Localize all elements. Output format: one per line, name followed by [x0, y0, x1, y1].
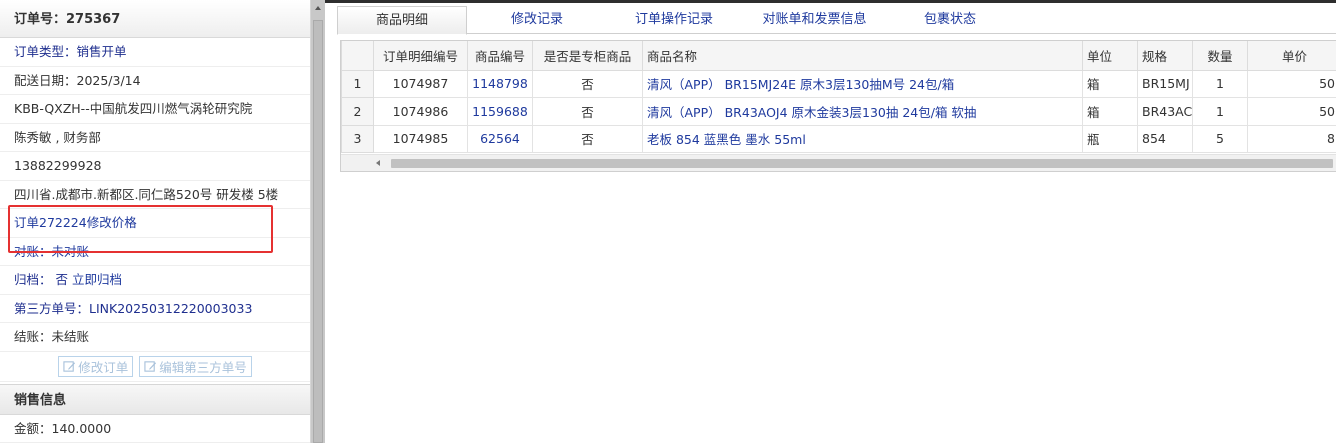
vertical-scrollbar[interactable]: [311, 0, 325, 443]
detail-panel: 商品明细 修改记录 订单操作记录 对账单和发票信息 包裹状态 订单明细编号 商品…: [325, 0, 1336, 443]
quantity-cell: 5: [1192, 124, 1248, 153]
horizontal-scrollbar[interactable]: [341, 154, 1336, 171]
table-row[interactable]: 3 1074985 62564 否 老板 854 蓝黑色 墨水 55ml 瓶 8…: [341, 124, 1336, 153]
counter-product-cell: 否: [532, 124, 643, 153]
unit-cell: 箱: [1082, 69, 1138, 98]
tab-modification-log[interactable]: 修改记录: [487, 6, 587, 34]
column-header-unit-price[interactable]: 单价: [1247, 41, 1336, 71]
order-number-header: 订单号：275367: [0, 0, 310, 38]
contact-person: 陈秀敏 , 财务部: [0, 124, 310, 152]
unit-price-cell: 8: [1247, 124, 1336, 153]
spec-cell: 854: [1137, 124, 1193, 153]
tab-bar: 商品明细 修改记录 订单操作记录 对账单和发票信息 包裹状态: [337, 6, 1336, 35]
spec-cell: BR15MJ: [1137, 69, 1193, 98]
spec-cell: BR43AC: [1137, 97, 1193, 126]
archive-label: 归档：: [14, 272, 52, 287]
tab-statement-invoice[interactable]: 对账单和发票信息: [747, 6, 882, 34]
column-header-rownum[interactable]: [341, 41, 374, 71]
top-bar: [325, 0, 1336, 3]
counter-product-cell: 否: [532, 97, 643, 126]
customer-name: KBB-QXZH--中国航发四川燃气涡轮研究院: [0, 95, 310, 124]
edit-third-party-button[interactable]: 编辑第三方单号: [139, 355, 252, 377]
edit-third-party-label: 编辑第三方单号: [159, 359, 247, 375]
quantity-cell: 1: [1192, 69, 1248, 98]
detail-id-cell: 1074987: [373, 69, 468, 98]
column-header-unit[interactable]: 单位: [1082, 41, 1138, 71]
detail-id-cell: 1074986: [373, 97, 468, 126]
edit-order-label: 修改订单: [78, 359, 129, 375]
table-header-row: 订单明细编号 商品编号 是否是专柜商品 商品名称 单位 规格 数量 单价: [341, 41, 1336, 71]
product-table: 订单明细编号 商品编号 是否是专柜商品 商品名称 单位 规格 数量 单价 1 1…: [341, 41, 1336, 153]
delivery-date: 配送日期：2025/3/14: [0, 67, 310, 95]
row-number: 3: [341, 124, 374, 153]
detail-id-cell: 1074985: [373, 124, 468, 153]
product-name-link[interactable]: 清风（APP） BR43AOJ4 原木金装3层130抽 24包/箱 软抽: [642, 97, 1083, 126]
row-number: 1: [341, 69, 374, 98]
edit-order-button[interactable]: 修改订单: [58, 355, 134, 377]
edit-icon: [63, 360, 76, 372]
scrollbar-thumb[interactable]: [313, 20, 323, 443]
column-header-counter-product[interactable]: 是否是专柜商品: [532, 41, 643, 71]
product-grid: 订单明细编号 商品编号 是否是专柜商品 商品名称 单位 规格 数量 单价 1 1…: [340, 40, 1336, 172]
table-row[interactable]: 2 1074986 1159688 否 清风（APP） BR43AOJ4 原木金…: [341, 97, 1336, 126]
product-name-link[interactable]: 清风（APP） BR15MJ24E 原木3层130抽M号 24包/箱: [642, 69, 1083, 98]
order-info-panel: 订单号：275367 订单类型：销售开单 配送日期：2025/3/14 KBB-…: [0, 0, 311, 443]
sales-info-header: 销售信息: [0, 383, 310, 415]
delivery-address: 四川省.成都市.新都区.同仁路520号 研发楼 5楼: [0, 181, 310, 209]
product-id-link[interactable]: 1159688: [467, 97, 533, 126]
tab-order-operation-log[interactable]: 订单操作记录: [619, 6, 729, 34]
order-type: 订单类型：销售开单: [0, 38, 310, 67]
archive-row: 归档： 否 立即归档: [0, 266, 310, 295]
edit-icon: [144, 360, 157, 372]
contact-phone: 13882299928: [0, 152, 310, 181]
unit-price-cell: 50: [1247, 69, 1336, 98]
row-number: 2: [341, 97, 374, 126]
sales-amount: 金额：140.0000: [0, 415, 310, 443]
order-actions: 修改订单 编辑第三方单号: [0, 352, 310, 382]
horizontal-scrollbar-thumb[interactable]: [391, 159, 1333, 168]
counter-product-cell: 否: [532, 69, 643, 98]
archive-value: 否: [55, 272, 69, 287]
reconcile-status[interactable]: 对账：未对账: [0, 238, 310, 266]
column-header-detail-id[interactable]: 订单明细编号: [373, 41, 468, 71]
scroll-up-icon[interactable]: [314, 4, 322, 12]
unit-cell: 瓶: [1082, 124, 1138, 153]
table-row[interactable]: 1 1074987 1148798 否 清风（APP） BR15MJ24E 原木…: [341, 69, 1336, 98]
archive-now-link[interactable]: 立即归档: [72, 272, 122, 287]
unit-price-cell: 50: [1247, 97, 1336, 126]
tab-product-details[interactable]: 商品明细: [337, 6, 467, 35]
quantity-cell: 1: [1192, 97, 1248, 126]
settlement-status: 结账：未结账: [0, 323, 310, 352]
tab-package-status[interactable]: 包裹状态: [910, 6, 990, 34]
column-header-product-name[interactable]: 商品名称: [642, 41, 1083, 71]
product-name-link[interactable]: 老板 854 蓝黑色 墨水 55ml: [642, 124, 1083, 153]
scroll-left-icon[interactable]: [374, 159, 382, 167]
column-header-spec[interactable]: 规格: [1137, 41, 1193, 71]
product-id-link[interactable]: 62564: [467, 124, 533, 153]
column-header-product-id[interactable]: 商品编号: [467, 41, 533, 71]
product-id-link[interactable]: 1148798: [467, 69, 533, 98]
column-header-quantity[interactable]: 数量: [1192, 41, 1248, 71]
order-note-link[interactable]: 订单272224修改价格: [0, 209, 310, 238]
unit-cell: 箱: [1082, 97, 1138, 126]
third-party-number: 第三方单号：LINK20250312220003033: [0, 295, 310, 323]
